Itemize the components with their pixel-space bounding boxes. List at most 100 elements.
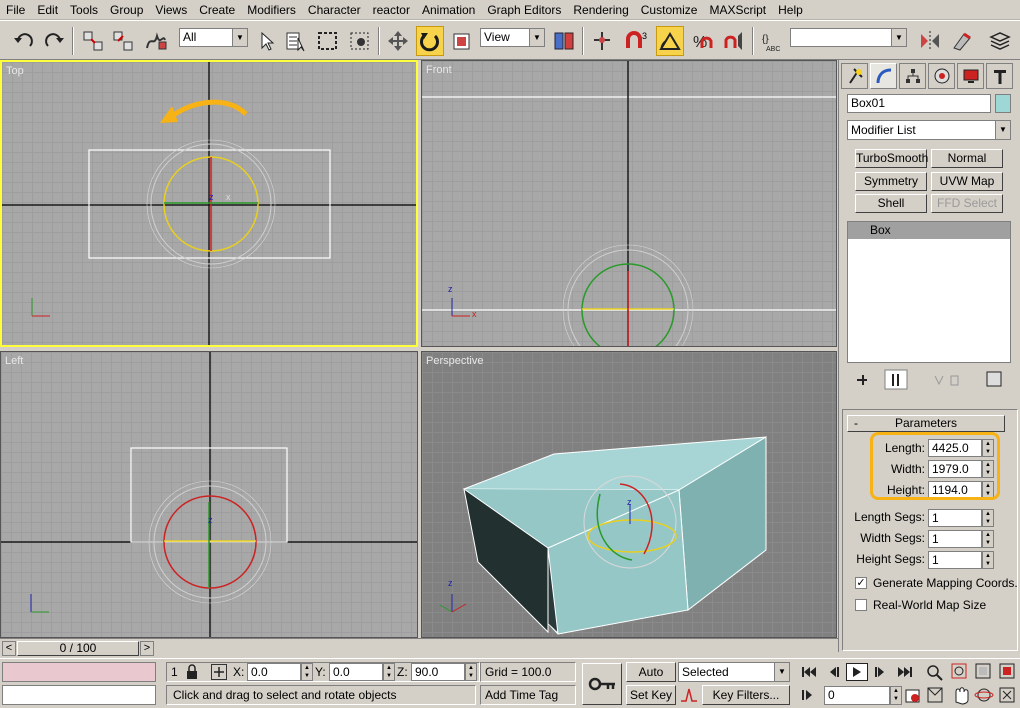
modifier-list-dropdown[interactable]: Modifier List ▼	[847, 120, 1011, 140]
time-slider-track[interactable]: < 0 / 100 >	[0, 638, 838, 658]
motion-tab-icon[interactable]	[928, 63, 955, 89]
menu-file[interactable]: File	[0, 0, 31, 20]
named-selection-sets-icon[interactable]: {} ABC	[758, 26, 786, 56]
select-by-name-icon[interactable]	[282, 26, 310, 56]
menu-animation[interactable]: Animation	[416, 0, 481, 20]
real-world-map-checkbox[interactable]	[855, 599, 867, 611]
shell-button[interactable]: Shell	[855, 194, 927, 213]
set-key-button[interactable]: Set Key	[626, 685, 676, 705]
time-slider-thumb[interactable]: 0 / 100	[17, 641, 139, 656]
menu-modifiers[interactable]: Modifiers	[241, 0, 302, 20]
window-crossing-icon[interactable]	[346, 26, 374, 56]
viewport-front[interactable]: Front z x	[421, 60, 837, 347]
object-color-swatch[interactable]	[995, 94, 1011, 113]
maxscript-listener-field[interactable]	[2, 662, 156, 682]
menu-customize[interactable]: Customize	[635, 0, 704, 20]
viewport-left[interactable]: Left z	[0, 351, 418, 638]
next-frame-icon[interactable]	[870, 663, 892, 681]
menu-graph-editors[interactable]: Graph Editors	[481, 0, 567, 20]
default-tangent-icon[interactable]	[678, 685, 700, 705]
undo-icon[interactable]	[10, 26, 38, 56]
current-frame-field[interactable]: 0	[824, 686, 890, 705]
modify-tab-icon[interactable]	[870, 63, 897, 89]
key-filters-button[interactable]: Key Filters...	[702, 685, 790, 705]
select-and-manipulate-icon[interactable]	[588, 26, 616, 56]
current-frame-spinner-icon[interactable]: ▲ ▼	[890, 686, 902, 705]
viewport-perspective[interactable]: Perspective z z	[421, 351, 837, 638]
object-name-field[interactable]: Box01	[847, 94, 991, 113]
utilities-tab-icon[interactable]	[986, 63, 1013, 89]
named-selection-dropdown[interactable]: ▼	[790, 28, 907, 47]
time-configuration-icon[interactable]	[904, 687, 922, 708]
turbosmooth-button[interactable]: TurboSmooth	[855, 149, 928, 168]
menu-create[interactable]: Create	[193, 0, 241, 20]
x-coordinate-field[interactable]: 0.0	[247, 663, 301, 681]
height-segs-field[interactable]: 1	[928, 551, 982, 569]
normal-button[interactable]: Normal	[931, 149, 1003, 168]
bind-space-warp-icon[interactable]	[142, 26, 170, 56]
align-icon[interactable]	[948, 26, 976, 56]
display-tab-icon[interactable]	[957, 63, 984, 89]
viewport-top[interactable]: Top z x	[0, 60, 418, 347]
height-segs-spinner-icon[interactable]: ▲ ▼	[982, 551, 994, 569]
unlink-selection-icon[interactable]	[110, 26, 138, 56]
menu-reactor[interactable]: reactor	[367, 0, 416, 20]
time-prev-button[interactable]: <	[2, 641, 16, 656]
selection-filter-dropdown[interactable]: All ▼	[179, 28, 248, 47]
rectangular-selection-icon[interactable]	[314, 26, 342, 56]
length-segs-field[interactable]: 1	[928, 509, 982, 527]
previous-frame-icon[interactable]	[822, 663, 844, 681]
reference-coordinate-dropdown[interactable]: View ▼	[480, 28, 545, 47]
menu-group[interactable]: Group	[104, 0, 149, 20]
redo-icon[interactable]	[40, 26, 68, 56]
set-key-icon[interactable]	[582, 663, 622, 705]
width-segs-spinner-icon[interactable]: ▲ ▼	[982, 530, 994, 548]
time-next-button[interactable]: >	[140, 641, 154, 656]
x-spinner-icon[interactable]: ▲ ▼	[301, 663, 313, 681]
menu-tools[interactable]: Tools	[64, 0, 104, 20]
length-segs-spinner-icon[interactable]: ▲ ▼	[982, 509, 994, 527]
rotate-icon[interactable]	[416, 26, 444, 56]
menu-help[interactable]: Help	[772, 0, 809, 20]
go-to-end-icon[interactable]	[894, 663, 916, 681]
box01-mesh[interactable]	[422, 352, 837, 638]
zoom-icon	[927, 665, 943, 681]
z-coordinate-field[interactable]: 90.0	[411, 663, 465, 681]
select-object-icon[interactable]	[252, 26, 280, 56]
layer-manager-icon[interactable]	[986, 26, 1014, 56]
move-icon[interactable]	[384, 26, 412, 56]
create-tab-icon[interactable]	[841, 63, 868, 89]
key-mode-toggle-icon[interactable]	[800, 687, 818, 706]
menu-edit[interactable]: Edit	[31, 0, 64, 20]
menu-views[interactable]: Views	[149, 0, 193, 20]
angle-snap-toggle-icon[interactable]	[656, 26, 684, 56]
select-and-link-icon[interactable]	[80, 26, 108, 56]
menu-maxscript[interactable]: MAXScript	[703, 0, 772, 20]
stack-item-box[interactable]: Box	[848, 222, 1010, 239]
uvw-map-button[interactable]: UVW Map	[931, 172, 1003, 191]
absolute-mode-icon[interactable]	[211, 664, 227, 680]
snaps-toggle-icon[interactable]: 3	[624, 26, 652, 56]
lock-selection-icon[interactable]	[185, 664, 199, 683]
scale-icon[interactable]	[448, 26, 476, 56]
z-spinner-icon[interactable]: ▲ ▼	[465, 663, 477, 681]
y-spinner-icon[interactable]: ▲ ▼	[383, 663, 395, 681]
ffd-select-button[interactable]: FFD Select	[931, 194, 1003, 213]
mirror-icon[interactable]	[916, 26, 944, 56]
add-time-tag-button[interactable]: Add Time Tag	[480, 685, 576, 705]
width-segs-field[interactable]: 1	[928, 530, 982, 548]
menu-character[interactable]: Character	[302, 0, 367, 20]
key-mode-dropdown[interactable]: Selected ▼	[678, 662, 790, 682]
generate-mapping-checkbox[interactable]: ✓	[855, 577, 867, 589]
menu-rendering[interactable]: Rendering	[567, 0, 634, 20]
pivot-point-center-icon[interactable]	[550, 26, 578, 56]
y-coordinate-field[interactable]: 0.0	[329, 663, 383, 681]
auto-key-button[interactable]: Auto Key	[626, 662, 676, 697]
go-to-start-icon[interactable]	[798, 663, 820, 681]
hierarchy-tab-icon[interactable]	[899, 63, 926, 89]
percent-snap-icon[interactable]: %	[688, 26, 716, 56]
symmetry-button[interactable]: Symmetry	[855, 172, 927, 191]
play-icon[interactable]	[846, 663, 868, 681]
parameters-rollout-header[interactable]: - Parameters	[847, 415, 1005, 432]
spinner-snap-icon[interactable]	[720, 26, 748, 56]
